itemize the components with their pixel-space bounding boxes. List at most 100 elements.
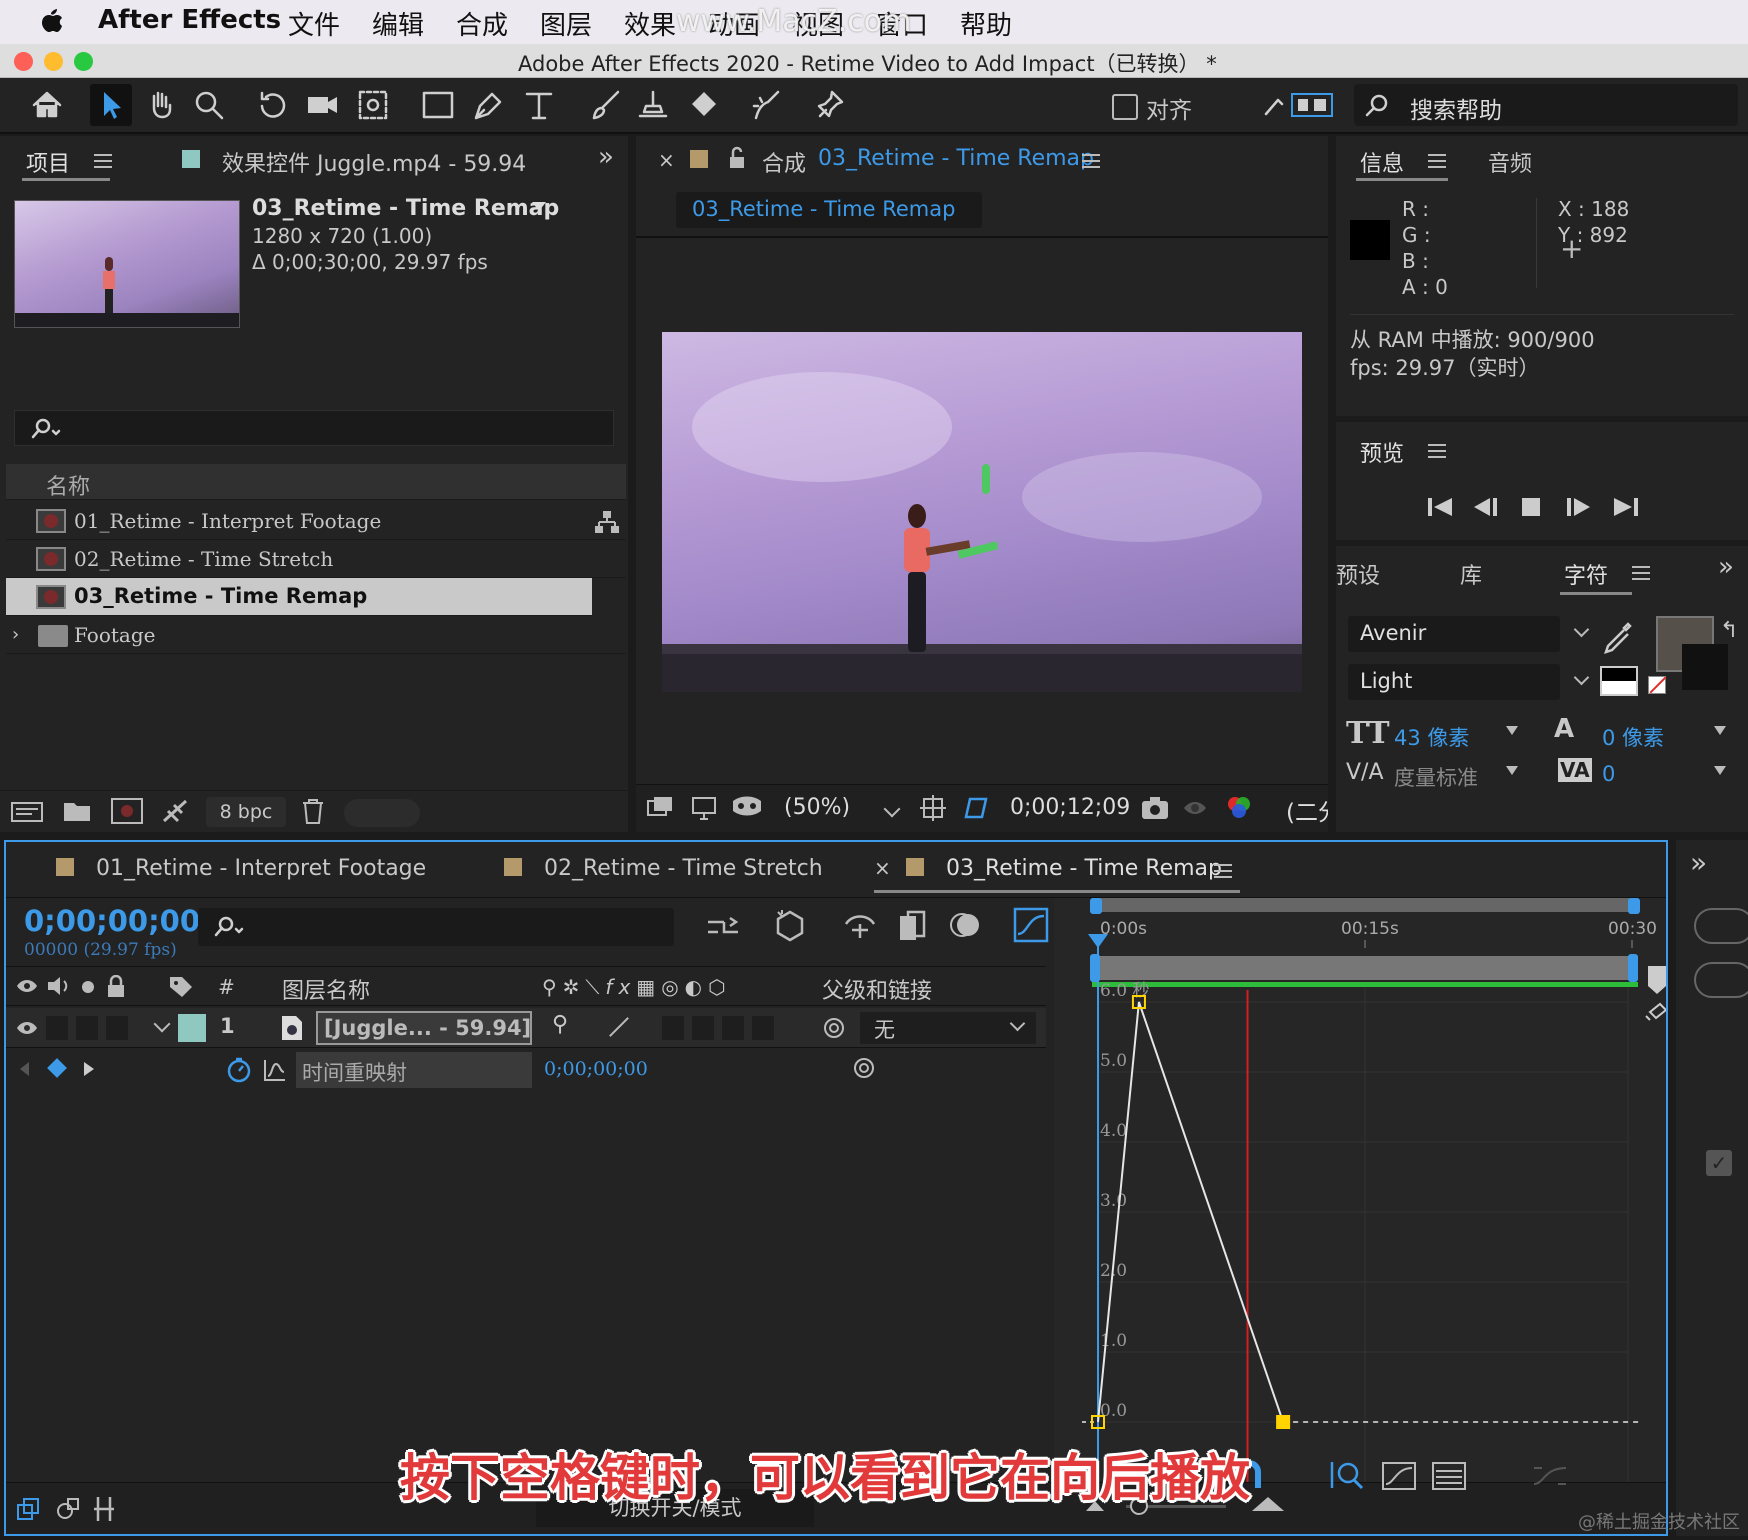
tab-character[interactable]: 字符 — [1564, 558, 1608, 590]
minimize-window-button[interactable] — [44, 52, 63, 71]
stroke-color-swatch[interactable] — [1682, 644, 1728, 690]
panel-menu-icon[interactable] — [1428, 154, 1446, 168]
chevron-down-icon[interactable] — [1573, 669, 1590, 686]
solo-switch[interactable] — [76, 1016, 98, 1040]
panel-menu-icon[interactable] — [1632, 566, 1650, 580]
font-style-dropdown[interactable]: Light — [1348, 664, 1590, 700]
stopwatch-icon[interactable] — [226, 1056, 252, 1084]
frame-blend-switch[interactable] — [692, 1016, 714, 1040]
zoom-in-icon[interactable] — [1252, 1497, 1284, 1511]
chevron-down-icon[interactable] — [1573, 621, 1590, 638]
frame-blending-icon[interactable] — [896, 908, 928, 944]
keyframe-diamond-icon[interactable] — [47, 1058, 67, 1078]
always-preview-icon[interactable] — [646, 795, 674, 821]
expression-pick-whip-icon[interactable] — [852, 1056, 876, 1080]
fill-stroke-swatch[interactable] — [1600, 666, 1638, 696]
view-layout-dropdown[interactable]: (二分 — [1286, 793, 1328, 827]
media-encoder-icon[interactable] — [160, 797, 190, 825]
pen-tool-icon[interactable] — [468, 84, 510, 126]
timeline-tab-2[interactable]: 02_Retime - Time Stretch — [544, 856, 823, 881]
timeline-tab-3[interactable]: 03_Retime - Time Remap — [946, 856, 1222, 881]
chevron-right-icon[interactable]: › — [12, 624, 19, 645]
zoom-tool-icon[interactable] — [188, 84, 230, 126]
zoom-window-button[interactable] — [74, 52, 93, 71]
home-icon[interactable] — [26, 84, 68, 126]
pan-behind-tool-icon[interactable] — [352, 84, 394, 126]
previous-keyframe-icon[interactable] — [20, 1062, 29, 1076]
close-tab-icon[interactable]: × — [658, 148, 675, 172]
graph-options-icon[interactable] — [1430, 1460, 1468, 1492]
last-frame-icon[interactable] — [1612, 496, 1640, 518]
panel-menu-icon[interactable] — [1214, 864, 1232, 878]
interpret-footage-icon[interactable] — [10, 799, 44, 825]
show-snapshot-icon[interactable] — [1180, 795, 1210, 821]
label-tag-icon[interactable] — [168, 975, 194, 999]
next-frame-icon[interactable] — [1564, 496, 1592, 518]
graph-editor[interactable]: 0:00s 00:15s 00:30 6.0 秒 5.0 4.0 3.0 2.0 1.0 0.0 — [1054, 898, 1666, 1482]
tab-info[interactable]: 信息 — [1360, 146, 1404, 178]
next-keyframe-icon[interactable] — [84, 1062, 94, 1076]
project-item[interactable]: 01_Retime - Interpret Footage — [6, 502, 626, 540]
layer-label-color[interactable] — [178, 1014, 206, 1042]
font-family-dropdown[interactable]: Avenir — [1348, 616, 1590, 652]
in-out-icon[interactable] — [92, 1495, 116, 1523]
swap-colors-icon[interactable]: ↰ — [1720, 618, 1738, 643]
tracking-value[interactable]: 0 — [1602, 762, 1615, 786]
menu-effect[interactable]: 效果 — [624, 5, 676, 42]
tab-presets[interactable]: 预设 — [1336, 558, 1380, 590]
graph-editor-canvas[interactable]: 0:00s 00:15s 00:306.0 秒5.04.03.02.01.00.0 — [1054, 898, 1666, 1482]
resolution-grid-icon[interactable] — [918, 793, 948, 823]
panel-overflow-icon[interactable]: » — [1718, 552, 1734, 582]
transfer-controls-icon[interactable] — [56, 1497, 82, 1521]
puppet-pin-tool-icon[interactable] — [810, 84, 852, 126]
app-menu[interactable]: After Effects — [98, 5, 281, 35]
snapshot-camera-icon[interactable] — [1140, 795, 1170, 821]
timeline-current-time[interactable]: 0;00;00;00 — [24, 904, 200, 938]
chevron-down-icon[interactable] — [883, 800, 901, 818]
menu-help[interactable]: 帮助 — [960, 5, 1012, 42]
close-tab-icon[interactable]: × — [874, 856, 891, 880]
parent-dropdown[interactable]: 无 — [860, 1012, 1036, 1044]
motion-blur-switch[interactable] — [722, 1016, 744, 1040]
close-window-button[interactable] — [14, 52, 33, 71]
comp-viewer-tab[interactable]: 03_Retime - Time Remap — [676, 192, 982, 228]
timeline-tab-1[interactable]: 01_Retime - Interpret Footage — [96, 856, 426, 881]
comp-viewer-frame[interactable] — [662, 332, 1302, 692]
panel-menu-icon[interactable] — [94, 154, 112, 168]
channel-icon[interactable] — [1224, 793, 1254, 823]
text-tool-icon[interactable] — [518, 84, 560, 126]
roto-brush-tool-icon[interactable] — [746, 84, 788, 126]
pick-whip-icon[interactable] — [822, 1016, 846, 1040]
quality-switch-icon[interactable] — [609, 1017, 629, 1037]
bit-depth-button[interactable]: 8 bpc — [206, 797, 286, 827]
first-frame-icon[interactable] — [1426, 496, 1454, 518]
leading-value[interactable]: 0 像素 — [1602, 722, 1664, 752]
panel-overflow-icon[interactable]: » — [1690, 846, 1707, 879]
side-checkbox[interactable]: ✓ — [1706, 1150, 1732, 1176]
graph-editor-icon[interactable] — [1012, 906, 1050, 944]
panel-overflow-icon[interactable]: » — [598, 142, 614, 172]
comp-current-time[interactable]: 0;00;12;09 — [1010, 795, 1130, 820]
apple-icon[interactable] — [38, 6, 64, 36]
chevron-down-icon[interactable] — [153, 1015, 171, 1033]
lock-icon[interactable] — [106, 975, 126, 999]
font-size-value[interactable]: 43 像素 — [1394, 722, 1469, 752]
unlock-icon[interactable] — [728, 146, 746, 170]
hand-tool-icon[interactable] — [140, 84, 182, 126]
side-button[interactable] — [1694, 908, 1748, 944]
rotate-tool-icon[interactable] — [252, 84, 294, 126]
project-scroll-handle[interactable] — [344, 799, 420, 827]
property-value[interactable]: 0;00;00;00 — [544, 1058, 648, 1080]
tab-preview[interactable]: 预览 — [1360, 436, 1404, 468]
fit-selection-icon[interactable] — [1328, 1458, 1368, 1492]
tracking-dropdown-icon[interactable] — [1714, 766, 1726, 775]
trash-icon[interactable] — [300, 797, 326, 825]
solo-icon[interactable] — [82, 981, 94, 993]
font-size-dropdown-icon[interactable] — [1506, 726, 1518, 735]
adjustment-switch[interactable] — [752, 1016, 774, 1040]
shy-layers-icon[interactable] — [842, 910, 878, 942]
stop-icon[interactable] — [1520, 496, 1542, 518]
selected-item-name[interactable]: 03_Retime - Time Remap — [252, 196, 559, 221]
eye-icon[interactable] — [16, 1019, 38, 1037]
workspace-icon[interactable] — [1262, 90, 1338, 120]
